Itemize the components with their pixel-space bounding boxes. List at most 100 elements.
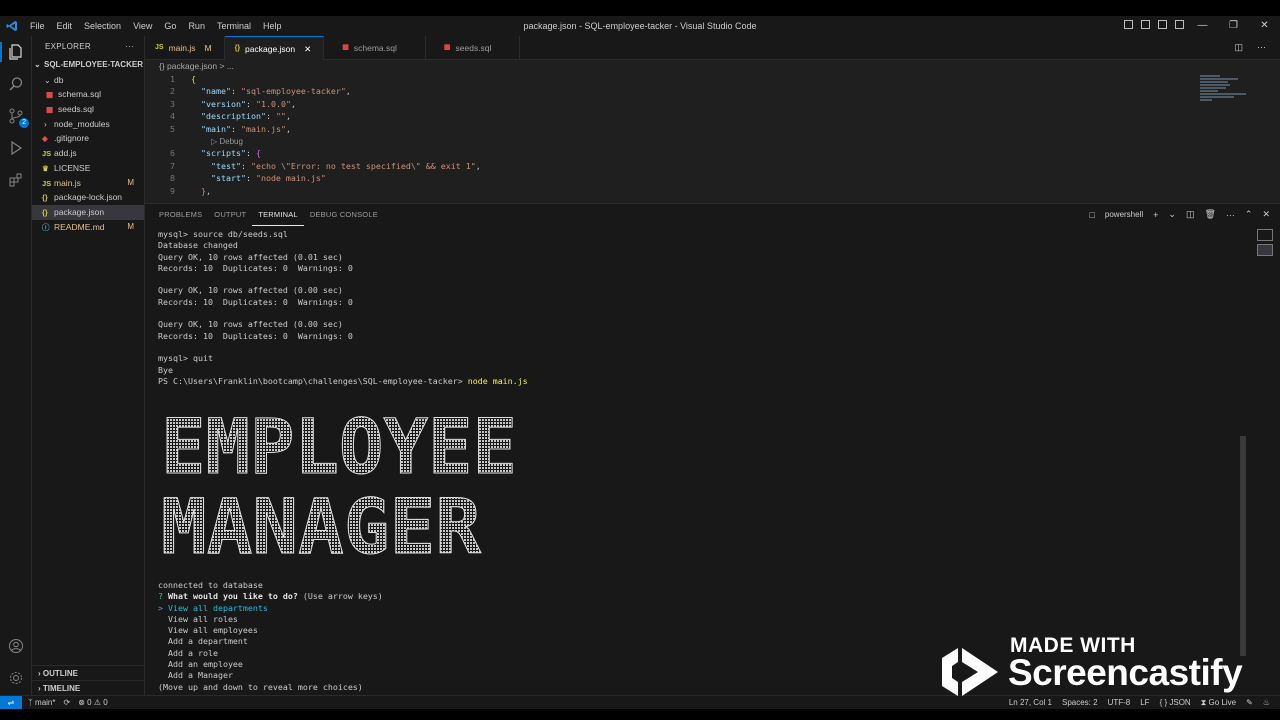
tab-output[interactable]: OUTPUT <box>208 204 252 226</box>
menu-edit[interactable]: Edit <box>51 16 79 36</box>
more-actions-icon[interactable]: ··· <box>1226 210 1235 220</box>
choice-item[interactable]: Add a role <box>158 648 383 659</box>
line-number: 6 <box>170 148 175 159</box>
terminal-instance-icon[interactable] <box>1257 244 1273 256</box>
tree-item-package-json[interactable]: {} package.json <box>32 204 144 220</box>
chevron-down-icon[interactable]: ⌄ <box>1168 209 1176 220</box>
terminal-instance-icon[interactable] <box>1257 229 1273 241</box>
run-debug-icon[interactable] <box>6 138 26 158</box>
menu-view[interactable]: View <box>127 16 158 36</box>
tree-item-db[interactable]: ⌄ db <box>32 73 144 88</box>
maximize-panel-icon[interactable]: ⌃ <box>1245 209 1253 220</box>
tab-seeds-sql[interactable]: ▦ seeds.sql <box>426 36 521 60</box>
letterbox-top <box>0 0 1280 16</box>
split-terminal-icon[interactable]: ◫ <box>1186 209 1195 220</box>
menu-run[interactable]: Run <box>182 16 211 36</box>
tree-item-gitignore[interactable]: ◆ .gitignore <box>32 131 144 146</box>
toggle-secondary-sidebar-icon[interactable] <box>1158 20 1167 29</box>
tree-item-label: seeds.sql <box>58 104 94 115</box>
bottom-panel: PROBLEMS OUTPUT TERMINAL DEBUG CONSOLE □… <box>145 203 1280 695</box>
toggle-sidebar-icon[interactable] <box>1124 20 1133 29</box>
debug-codelens[interactable]: ▷ Debug <box>201 137 243 146</box>
toggle-panel-icon[interactable] <box>1141 20 1150 29</box>
menu-file[interactable]: File <box>24 16 51 36</box>
new-terminal-icon[interactable]: + <box>1153 210 1158 220</box>
js-file-icon: JS <box>42 178 52 188</box>
manage-gear-icon[interactable] <box>6 668 26 688</box>
js-file-icon: JS <box>42 149 52 159</box>
code-editor[interactable]: 1{ 2 "name": "sql-employee-tacker", 3 "v… <box>145 73 1280 203</box>
explorer-icon[interactable] <box>6 42 26 62</box>
database-file-icon: ▦ <box>342 44 349 51</box>
terminal-output[interactable]: mysql> source db/seeds.sql Database chan… <box>158 229 528 387</box>
menu-selection[interactable]: Selection <box>78 16 127 36</box>
tree-item-schema-sql[interactable]: ▦ schema.sql <box>32 87 144 102</box>
tree-item-node-modules[interactable]: › node_modules <box>32 117 144 132</box>
json-file-icon: {} <box>42 193 48 203</box>
terminal-line: Bye <box>158 364 173 375</box>
accounts-icon[interactable] <box>6 636 26 656</box>
split-editor-icon[interactable]: ◫ <box>1234 42 1243 53</box>
branch-indicator[interactable]: ᛉ main* <box>28 696 55 709</box>
tree-item-seeds-sql[interactable]: ▦ seeds.sql <box>32 102 144 117</box>
tree-item-readme-md[interactable]: ⓘ README.md M <box>32 220 144 235</box>
problems-indicator[interactable]: ⊗ 0 ⚠ 0 <box>78 696 107 709</box>
chevron-right-icon: › <box>44 119 47 129</box>
line-number: 7 <box>170 160 175 171</box>
line-number: 2 <box>170 86 175 97</box>
maximize-icon[interactable]: ❐ <box>1218 16 1249 36</box>
menu-go[interactable]: Go <box>158 16 182 36</box>
tree-item-license[interactable]: ♛ LICENSE <box>32 161 144 176</box>
search-icon[interactable] <box>6 74 26 94</box>
timeline-section[interactable]: › TIMELINE <box>32 680 145 695</box>
tree-item-add-js[interactable]: JS add.js <box>32 146 144 161</box>
tab-package-json[interactable]: {} package.json ✕ <box>224 36 325 61</box>
customize-layout-icon[interactable] <box>1175 20 1184 29</box>
tab-label: seeds.sql <box>455 43 492 53</box>
terminal-scrollbar[interactable] <box>1240 436 1246 656</box>
tab-problems[interactable]: PROBLEMS <box>153 204 208 226</box>
notifications-bell-icon[interactable]: ♨ <box>1263 696 1270 709</box>
tree-item-package-lock-json[interactable]: {} package-lock.json <box>32 190 144 205</box>
extensions-icon[interactable] <box>6 170 26 190</box>
choice-item[interactable]: Add a department <box>158 636 383 647</box>
menu-terminal[interactable]: Terminal <box>211 16 257 36</box>
close-tab-icon[interactable]: ✕ <box>304 37 311 61</box>
layout-controls <box>1124 20 1184 29</box>
tab-main-js[interactable]: JS main.js M <box>145 36 225 60</box>
trash-icon[interactable]: 🗑 <box>1204 209 1215 220</box>
sync-icon[interactable]: ⟳ <box>63 696 70 709</box>
tab-terminal[interactable]: TERMINAL <box>252 204 304 226</box>
shell-name[interactable]: powershell <box>1105 210 1143 219</box>
info-file-icon: ⓘ <box>42 222 50 232</box>
line-number: 1 <box>170 74 175 84</box>
choice-item[interactable]: View all roles <box>158 614 383 625</box>
choice-item[interactable]: Add an employee <box>158 659 383 670</box>
minimap[interactable] <box>1200 75 1250 115</box>
license-file-icon: ♛ <box>42 163 49 173</box>
tab-debug-console[interactable]: DEBUG CONSOLE <box>304 204 384 226</box>
more-actions-icon[interactable]: ··· <box>1257 42 1266 53</box>
explorer-sidebar: EXPLORER ··· ⌄ SQL-EMPLOYEE-TACKER ⌄ db ▦ s… <box>32 36 145 695</box>
tree-item-main-js[interactable]: JS main.js M <box>32 176 144 191</box>
choice-item[interactable]: View all employees <box>158 625 383 636</box>
source-control-icon[interactable]: 2 <box>6 106 29 128</box>
close-window-icon[interactable]: ✕ <box>1249 16 1280 36</box>
close-panel-icon[interactable]: ✕ <box>1262 209 1270 220</box>
source-control-badge: 2 <box>19 118 29 128</box>
active-indicator <box>0 42 2 62</box>
choice-selected[interactable]: > View all departments <box>158 603 383 614</box>
project-folder[interactable]: ⌄ SQL-EMPLOYEE-TACKER <box>32 58 144 73</box>
inquirer-prompt[interactable]: connected to database ? What would you l… <box>158 580 383 693</box>
watermark-brand: Screencastify <box>1008 652 1243 693</box>
menu-help[interactable]: Help <box>257 16 288 36</box>
remote-icon[interactable]: ⇌ <box>0 696 22 710</box>
outline-section[interactable]: › OUTLINE <box>32 665 145 680</box>
timeline-label: TIMELINE <box>42 684 81 693</box>
breadcrumb[interactable]: {} package.json > ... <box>145 60 1280 73</box>
more-actions-icon[interactable]: ··· <box>125 36 134 58</box>
tab-schema-sql[interactable]: ▦ schema.sql <box>324 36 426 60</box>
choice-item[interactable]: Add a Manager <box>158 670 383 681</box>
terminal-line: Query OK, 10 rows affected (0.00 sec) <box>158 285 343 296</box>
minimize-icon[interactable]: — <box>1187 16 1218 36</box>
